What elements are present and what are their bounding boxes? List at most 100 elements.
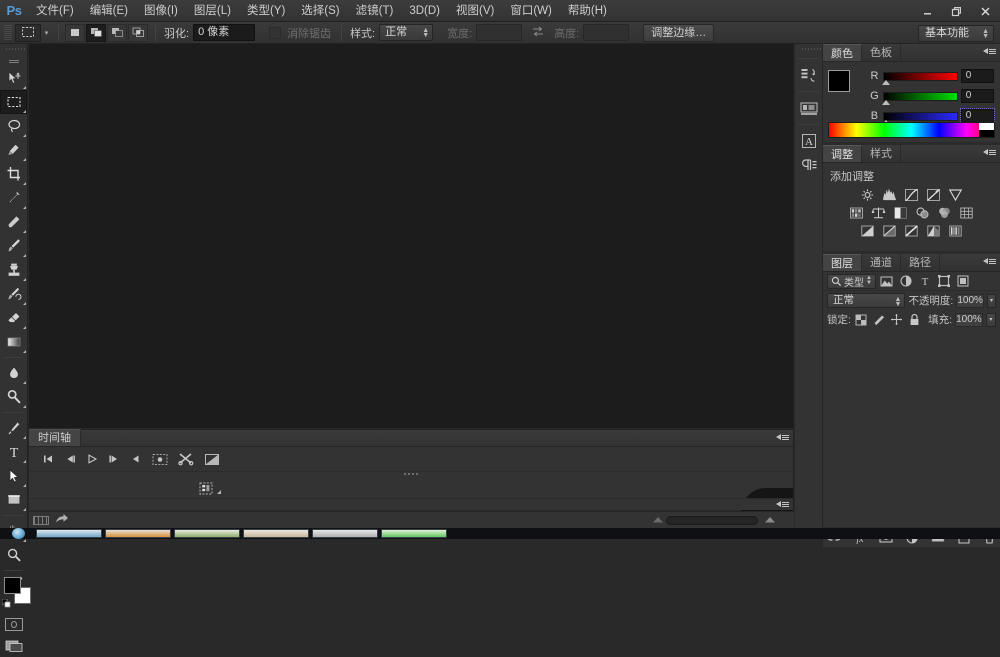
- blend-mode-select[interactable]: 正常 ▲ ▼: [827, 293, 906, 308]
- lock-image-pixels-icon[interactable]: [872, 312, 887, 327]
- new-selection-button[interactable]: [65, 23, 85, 42]
- play-button[interactable]: [81, 448, 103, 470]
- taskbar-app-1[interactable]: [36, 529, 102, 538]
- height-input[interactable]: [583, 24, 630, 41]
- dock-grip[interactable]: [795, 44, 822, 54]
- threshold-icon[interactable]: [903, 223, 921, 238]
- scroll-right-icon[interactable]: [764, 515, 776, 527]
- tab-swatches[interactable]: 色板: [862, 44, 901, 61]
- convert-to-video-timeline-button[interactable]: [197, 481, 221, 495]
- mini-bridge-panel-icon[interactable]: [795, 96, 822, 120]
- menu-file[interactable]: 文件(F): [28, 0, 82, 22]
- menu-filter[interactable]: 滤镜(T): [348, 0, 402, 22]
- channel-slider-g[interactable]: [881, 91, 958, 105]
- tools-collapse-button[interactable]: [0, 56, 27, 66]
- transition-button[interactable]: [199, 448, 225, 470]
- selective-color-icon[interactable]: [947, 223, 965, 238]
- menu-image[interactable]: 图像(I): [136, 0, 186, 22]
- record-keyframe-button[interactable]: [147, 448, 173, 470]
- select-previous-frame-button[interactable]: [59, 448, 81, 470]
- menu-layer[interactable]: 图层(L): [186, 0, 239, 22]
- options-bar-grip[interactable]: [4, 24, 12, 41]
- menu-edit[interactable]: 编辑(E): [82, 0, 136, 22]
- taskbar-app-5[interactable]: [312, 529, 378, 538]
- eraser-tool[interactable]: [0, 306, 27, 330]
- white-black-swatch[interactable]: [979, 123, 994, 137]
- horizontal-type-tool[interactable]: T: [0, 440, 27, 464]
- crop-tool[interactable]: [0, 162, 27, 186]
- width-input[interactable]: [476, 24, 523, 41]
- channel-value-g[interactable]: 0: [960, 89, 994, 103]
- share-icon[interactable]: [55, 513, 69, 527]
- brightness-contrast-icon[interactable]: [859, 187, 877, 202]
- taskbar-app-6[interactable]: [381, 529, 447, 538]
- color-panel-menu-button[interactable]: [983, 48, 996, 54]
- history-brush-tool[interactable]: [0, 282, 27, 306]
- tab-adjustments[interactable]: 调整: [823, 145, 862, 162]
- default-colors-icon[interactable]: [1, 598, 11, 611]
- gradient-map-icon[interactable]: [925, 223, 943, 238]
- scroll-left-icon[interactable]: [652, 515, 664, 527]
- fill-input[interactable]: 100%: [955, 312, 983, 327]
- style-select[interactable]: 正常 ▲ ▼: [379, 24, 434, 41]
- opacity-input[interactable]: 100%: [956, 293, 984, 308]
- tools-panel-grip[interactable]: [0, 44, 27, 56]
- levels-icon[interactable]: [881, 187, 899, 202]
- close-button[interactable]: [971, 0, 1000, 22]
- paragraph-panel-icon[interactable]: [795, 153, 822, 177]
- vibrance-icon[interactable]: [947, 187, 965, 202]
- antialias-checkbox[interactable]: [269, 26, 282, 39]
- layer-list[interactable]: [823, 329, 1000, 527]
- system-tray[interactable]: [944, 529, 1000, 538]
- gradient-tool[interactable]: [0, 330, 27, 354]
- path-selection-tool[interactable]: [0, 464, 27, 488]
- menu-window[interactable]: 窗口(W): [502, 0, 560, 22]
- history-panel-icon[interactable]: [795, 63, 822, 87]
- spot-healing-brush-tool[interactable]: [0, 210, 27, 234]
- posterize-icon[interactable]: [881, 223, 899, 238]
- layer-filter-type-select[interactable]: 类型 ▲ ▼: [827, 273, 876, 289]
- filter-adjustment-icon[interactable]: [898, 274, 914, 289]
- workspace-selector[interactable]: 基本功能 ▲ ▼: [918, 25, 994, 42]
- horizontal-scrollbar[interactable]: [666, 516, 758, 525]
- quick-mask-button[interactable]: [0, 613, 27, 635]
- photo-filter-icon[interactable]: [914, 205, 932, 220]
- menu-type[interactable]: 类型(Y): [239, 0, 293, 22]
- menu-select[interactable]: 选择(S): [293, 0, 347, 22]
- blur-tool[interactable]: [0, 361, 27, 385]
- select-next-frame-button[interactable]: [103, 448, 125, 470]
- timeline-resize-grip[interactable]: [404, 473, 418, 475]
- channel-slider-r[interactable]: [881, 71, 958, 85]
- canvas-workspace[interactable]: [29, 44, 794, 428]
- minimize-button[interactable]: [913, 0, 942, 22]
- filter-type-icon[interactable]: T: [917, 274, 933, 289]
- curves-icon[interactable]: [903, 187, 921, 202]
- invert-icon[interactable]: [859, 223, 877, 238]
- menu-help[interactable]: 帮助(H): [560, 0, 615, 22]
- hue-saturation-icon[interactable]: [848, 205, 866, 220]
- opacity-chevron-icon[interactable]: ▾: [986, 293, 996, 308]
- tab-color[interactable]: 颜色: [823, 44, 862, 61]
- timeline-panel-menu-button[interactable]: [776, 434, 789, 440]
- add-to-selection-button[interactable]: [86, 23, 106, 42]
- filter-smart-object-icon[interactable]: [955, 274, 971, 289]
- channel-slider-thumb-r[interactable]: [881, 79, 890, 85]
- lock-all-icon[interactable]: [907, 312, 922, 327]
- color-lookup-icon[interactable]: [958, 205, 976, 220]
- feather-input[interactable]: 0 像素: [193, 24, 256, 41]
- tab-paths[interactable]: 路径: [901, 254, 940, 271]
- move-tool[interactable]: [0, 66, 27, 90]
- taskbar-app-2[interactable]: [105, 529, 171, 538]
- color-foreground-swatch[interactable]: [828, 70, 850, 92]
- split-at-playhead-button[interactable]: [173, 448, 199, 470]
- black-white-icon[interactable]: [892, 205, 910, 220]
- layers-panel-menu-button[interactable]: [983, 258, 996, 264]
- channel-value-r[interactable]: 0: [960, 69, 994, 83]
- fill-chevron-icon[interactable]: ▾: [985, 312, 996, 327]
- restore-button[interactable]: [942, 0, 971, 22]
- character-panel-icon[interactable]: A: [795, 129, 822, 153]
- eyedropper-tool[interactable]: [0, 186, 27, 210]
- intersect-selection-button[interactable]: [128, 23, 148, 42]
- start-button[interactable]: [0, 528, 36, 539]
- tool-preset-chevron-down-icon[interactable]: ▾: [41, 29, 52, 37]
